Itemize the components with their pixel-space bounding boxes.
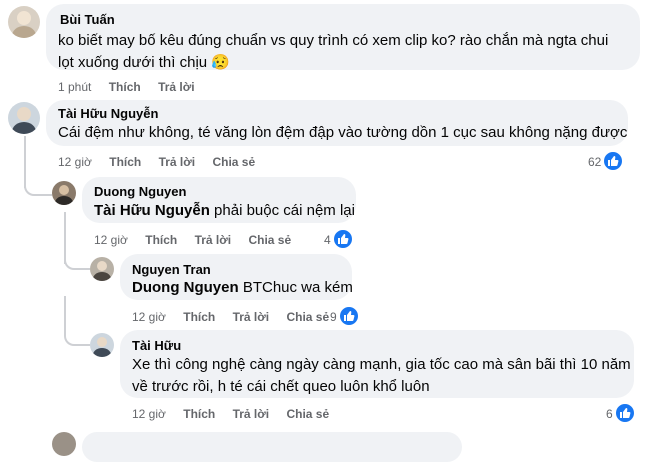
comment-text: ko biết may bố kêu đúng chuẩn vs quy trì… — [58, 32, 609, 71]
reply-button[interactable]: Trả lời — [233, 310, 270, 324]
comment-text: Cái đệm như không, té văng lòn đệm đập v… — [58, 124, 628, 141]
comment-author[interactable]: Tài Hữu Nguyễn — [58, 106, 158, 121]
like-button[interactable]: Thích — [183, 407, 215, 421]
reply-button[interactable]: Trả lời — [159, 155, 196, 169]
comment-text: Duong Nguyen BTChuc wa kém — [132, 279, 353, 296]
comment-time: 12 giờ — [58, 155, 92, 169]
like-reaction-icon[interactable] — [332, 228, 354, 250]
reply-button[interactable]: Trả lời — [158, 80, 195, 94]
comment-actions: 12 giờ Thích Trả lời Chia sẻ — [58, 155, 255, 169]
reply-button[interactable]: Trả lời — [233, 407, 270, 421]
thread-connector — [64, 296, 90, 346]
comment-author[interactable]: Bùi Tuấn — [60, 12, 115, 27]
thread-connector — [64, 256, 90, 270]
comment-time: 1 phút — [58, 80, 92, 94]
comment-bubble — [82, 432, 462, 462]
like-button[interactable]: Thích — [145, 233, 177, 247]
like-reaction-icon[interactable] — [338, 305, 360, 327]
reaction-count[interactable]: 62 — [588, 155, 601, 169]
like-button[interactable]: Thích — [109, 80, 141, 94]
mention-link[interactable]: Duong Nguyen — [132, 279, 239, 296]
reaction-count[interactable]: 6 — [606, 407, 613, 421]
like-button[interactable]: Thích — [183, 310, 215, 324]
share-button[interactable]: Chia sẻ — [212, 155, 255, 169]
reaction-count[interactable]: 4 — [324, 233, 331, 247]
emoji-sad: 😥 — [211, 54, 230, 71]
reply-button[interactable]: Trả lời — [195, 233, 232, 247]
comment-actions: 12 giờ Thích Trả lời Chia sẻ — [132, 310, 329, 324]
comment-actions: 12 giờ Thích Trả lời Chia sẻ — [94, 233, 291, 247]
thread-connector — [24, 180, 52, 196]
reaction-count[interactable]: 9 — [330, 310, 337, 324]
avatar[interactable] — [52, 181, 76, 205]
comment-author[interactable]: Tài Hữu — [132, 338, 181, 353]
avatar[interactable] — [90, 333, 114, 357]
comment-time: 12 giờ — [94, 233, 128, 247]
comment-actions: 12 giờ Thích Trả lời Chia sẻ — [132, 407, 329, 421]
avatar[interactable] — [8, 6, 40, 38]
comment-author[interactable]: Duong Nguyen — [94, 184, 186, 199]
comment-author[interactable]: Nguyen Tran — [132, 262, 211, 277]
share-button[interactable]: Chia sẻ — [286, 407, 329, 421]
avatar[interactable] — [90, 257, 114, 281]
comment-time: 12 giờ — [132, 407, 166, 421]
comment-actions: 1 phút Thích Trả lời — [58, 80, 195, 94]
like-reaction-icon[interactable] — [614, 402, 636, 424]
share-button[interactable]: Chia sẻ — [248, 233, 291, 247]
comment-time: 12 giờ — [132, 310, 166, 324]
comment-text: Tài Hữu Nguyễn phải buộc cái nệm lại — [94, 202, 355, 219]
avatar[interactable] — [52, 432, 76, 456]
mention-link[interactable]: Tài Hữu Nguyễn — [94, 202, 210, 219]
like-reaction-icon[interactable] — [602, 150, 624, 172]
comment-text: Xe thì công nghệ càng ngày càng mạnh, gi… — [132, 356, 631, 395]
like-button[interactable]: Thích — [109, 155, 141, 169]
avatar[interactable] — [8, 102, 40, 134]
share-button[interactable]: Chia sẻ — [286, 310, 329, 324]
